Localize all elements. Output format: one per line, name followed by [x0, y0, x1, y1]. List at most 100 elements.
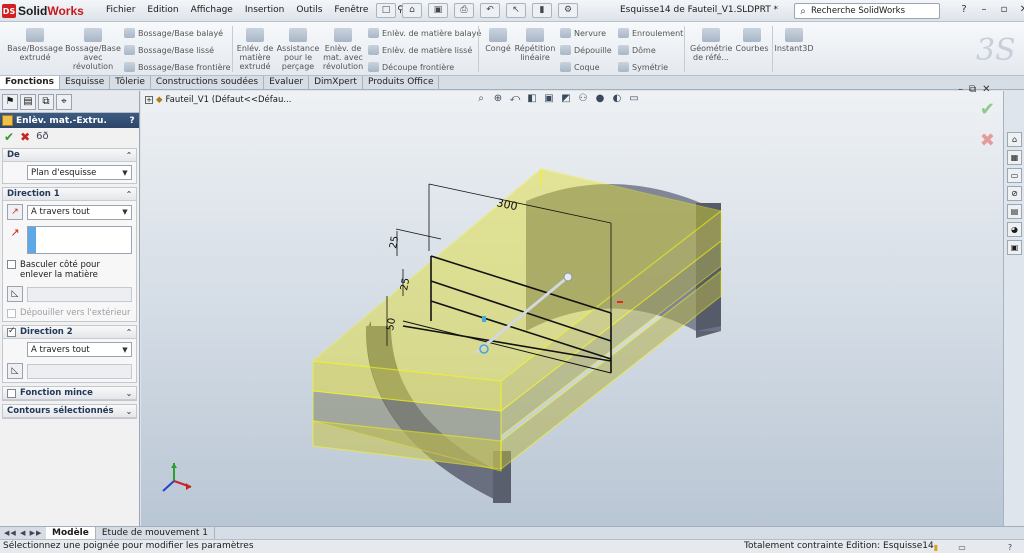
dimension-50-text[interactable]: 50	[385, 317, 398, 331]
new-document-icon[interactable]: □	[376, 3, 396, 18]
curves-button[interactable]: Courbes	[734, 28, 770, 53]
linear-pattern-button[interactable]: Répétition linéaire	[514, 28, 556, 62]
wrap-button[interactable]: Enroulement	[618, 27, 683, 39]
draft-button[interactable]: Dépouille	[560, 44, 612, 56]
maximize-icon[interactable]: ▫	[996, 3, 1012, 17]
cut-extrude-button[interactable]: Enlév. de matière extrudé	[234, 28, 276, 71]
doc-restore-icon[interactable]: ⧉	[969, 84, 976, 95]
search-box[interactable]: ⌕ Recherche SolidWorks	[794, 3, 940, 19]
options-icon[interactable]: ⚙	[558, 3, 578, 18]
custom-properties-icon[interactable]: ▣	[1007, 240, 1022, 255]
configuration-manager-tab-icon[interactable]: ⧉	[38, 94, 54, 110]
menu-affichage[interactable]: Affichage	[185, 4, 239, 16]
design-library-icon[interactable]: ▦	[1007, 150, 1022, 165]
menu-outils[interactable]: Outils	[290, 4, 328, 16]
feature-manager-tab-icon[interactable]: ⚑	[2, 94, 18, 110]
direction2-checkbox[interactable]	[7, 326, 16, 337]
tab-motion-study[interactable]: Etude de mouvement 1	[96, 527, 215, 539]
units-icon[interactable]: ▭	[956, 541, 968, 552]
fillet-button[interactable]: Congé	[482, 28, 514, 53]
tab-esquisse[interactable]: Esquisse	[60, 76, 111, 89]
group-selected-contours-header[interactable]: Contours sélectionnés ⌄	[3, 405, 136, 418]
flip-side-checkbox[interactable]	[7, 260, 16, 269]
draft-toggle-icon[interactable]: ◺	[7, 363, 23, 379]
help-icon[interactable]: ?	[956, 3, 972, 17]
boundary-boss-button[interactable]: Bossage/Base frontière	[124, 61, 231, 73]
file-explorer-icon[interactable]: ▭	[1007, 168, 1022, 183]
help-button[interactable]: ?	[125, 116, 139, 126]
hole-wizard-button[interactable]: Assistance pour le perçage	[276, 28, 320, 71]
rebuild-icon[interactable]: ▮	[532, 3, 552, 18]
group-direction2-header[interactable]: Direction 2 ⌃	[3, 326, 136, 339]
swept-boss-button[interactable]: Bossage/Base balayé	[124, 27, 223, 39]
minimize-icon[interactable]: –	[976, 3, 992, 17]
expand-chevron-icon[interactable]: ⌄	[122, 407, 136, 416]
tab-navigation-arrows-icon[interactable]: ◀◀ ◀ ▶▶	[0, 529, 46, 537]
reference-geometry-button[interactable]: Géométrie de réfé...	[690, 28, 732, 62]
rebuild-status-icon[interactable]: ▮	[930, 541, 942, 552]
draft-toggle-icon[interactable]: ◺	[7, 286, 23, 302]
dimension-25a-text[interactable]: 25	[388, 235, 401, 249]
direction2-end-condition-select[interactable]: A travers tout ▼	[27, 342, 132, 357]
cut-loft-button[interactable]: Enlèv. de matière lissé	[368, 44, 472, 56]
menu-insertion[interactable]: Insertion	[239, 4, 291, 16]
cut-revolve-button[interactable]: Enlèv. de mat. avec révolution	[322, 28, 364, 71]
collapse-chevron-icon[interactable]: ⌃	[122, 190, 136, 199]
save-icon[interactable]: ▣	[428, 3, 448, 18]
select-icon[interactable]: ↖	[506, 3, 526, 18]
close-icon[interactable]: ✕	[1016, 3, 1024, 17]
collapse-chevron-icon[interactable]: ⌃	[122, 151, 136, 160]
draft-angle-field[interactable]	[27, 286, 132, 302]
view-palette-icon[interactable]: ▤	[1007, 204, 1022, 219]
shell-button[interactable]: Coque	[560, 61, 600, 73]
group-thin-feature-header[interactable]: Fonction mince ⌄	[3, 387, 136, 400]
tab-tolerie[interactable]: Tôlerie	[110, 76, 151, 89]
direction1-end-condition-select[interactable]: A travers tout ▼	[27, 204, 132, 220]
dimension-25b-text[interactable]: 25	[399, 277, 412, 291]
tab-model[interactable]: Modèle	[46, 527, 96, 539]
graphics-area[interactable]: + ◆ Fauteil_V1 (Défaut<<Défau... ⌕ ⊕ ⤺ ◧…	[141, 91, 1003, 526]
menu-fichier[interactable]: Fichier	[100, 4, 141, 16]
menu-fenetre[interactable]: Fenêtre	[328, 4, 374, 16]
cut-sweep-button[interactable]: Enlèv. de matière balayé	[368, 27, 481, 39]
thin-feature-checkbox[interactable]	[7, 388, 16, 398]
tab-produits-office[interactable]: Produits Office	[363, 76, 440, 89]
property-manager-tab-icon[interactable]: ▤	[20, 94, 36, 110]
tab-dimxpert[interactable]: DimXpert	[309, 76, 363, 89]
from-select[interactable]: Plan d'esquisse ▼	[27, 165, 132, 180]
dome-button[interactable]: Dôme	[618, 44, 656, 56]
help-status-icon[interactable]: ?	[1004, 541, 1016, 552]
mirror-button[interactable]: Symétrie	[618, 61, 668, 73]
draft-outward-checkbox[interactable]	[7, 308, 16, 318]
doc-close-icon[interactable]: ✕	[982, 84, 990, 95]
group-direction1-header[interactable]: Direction 1 ⌃	[3, 188, 136, 201]
draft-angle-field-2[interactable]	[27, 363, 132, 379]
tab-evaluer[interactable]: Evaluer	[264, 76, 310, 89]
direction-selection-box[interactable]	[27, 226, 132, 254]
app-logo[interactable]: DS SolidWorks	[2, 2, 90, 20]
drag-handle-end[interactable]	[563, 272, 573, 282]
rib-button[interactable]: Nervure	[560, 27, 606, 39]
open-icon[interactable]: ⌂	[402, 3, 422, 18]
loft-boss-button[interactable]: Bossage/Base lissé	[124, 44, 214, 56]
search-results-icon[interactable]: ⊘	[1007, 186, 1022, 201]
tab-fonctions[interactable]: Fonctions	[0, 76, 61, 89]
cancel-x-icon[interactable]: ✖	[20, 130, 30, 144]
doc-minimize-icon[interactable]: –	[958, 84, 963, 95]
undo-icon[interactable]: ↶	[480, 3, 500, 18]
detailed-preview-icon[interactable]: 6ð	[36, 131, 48, 142]
group-from-header[interactable]: De ⌃	[3, 149, 136, 162]
cut-boundary-button[interactable]: Découpe frontière	[368, 61, 454, 73]
base-revolve-button[interactable]: Bossage/Base avec révolution	[64, 28, 122, 71]
ok-check-icon[interactable]: ✔	[4, 130, 14, 144]
tab-constructions-soudees[interactable]: Constructions soudées	[151, 76, 265, 89]
expand-chevron-icon[interactable]: ⌄	[122, 389, 136, 398]
print-icon[interactable]: ⎙	[454, 3, 474, 18]
base-extrude-button[interactable]: Base/Bossage extrudé	[6, 28, 64, 62]
appearances-icon[interactable]: ◕	[1007, 222, 1022, 237]
instant3d-button[interactable]: Instant3D	[774, 28, 814, 53]
resources-icon[interactable]: ⌂	[1007, 132, 1022, 147]
reverse-direction-icon[interactable]: ↗	[7, 204, 23, 220]
menu-edition[interactable]: Edition	[141, 4, 184, 16]
dimxpert-manager-tab-icon[interactable]: ⌖	[56, 94, 72, 110]
